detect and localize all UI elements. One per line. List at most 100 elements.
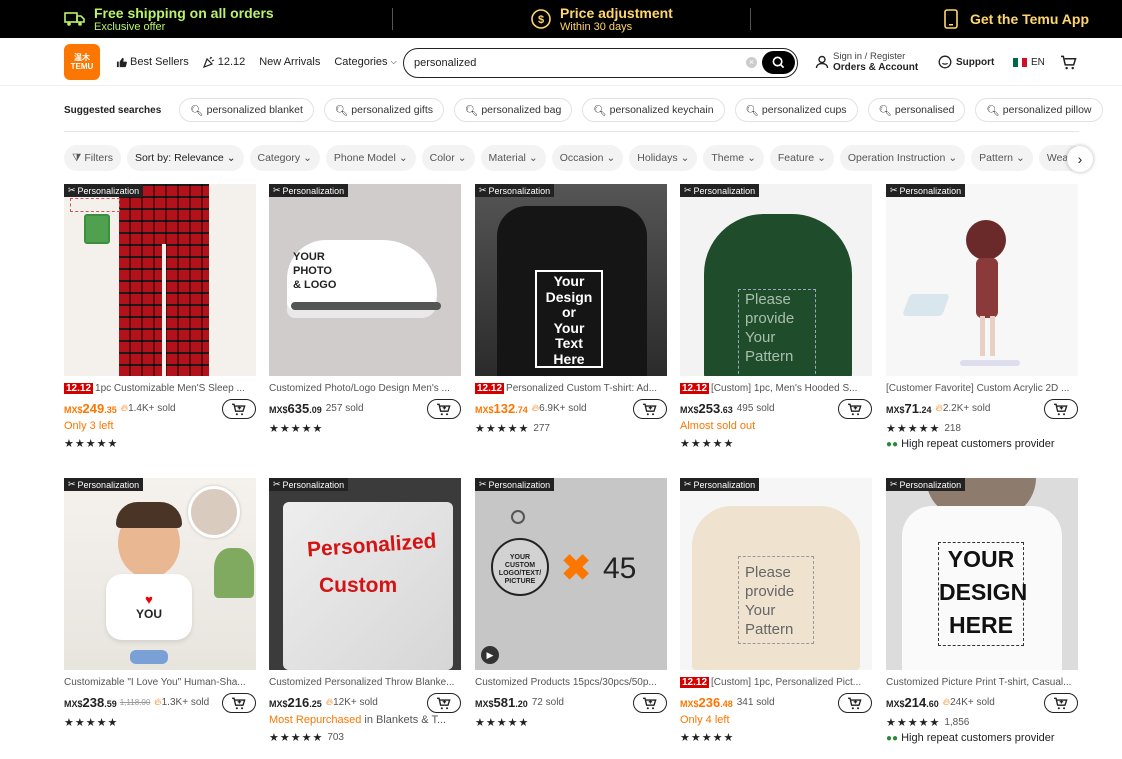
- product-card[interactable]: ♥ YOU ✂ Personalization Customizable "I Lo…: [64, 478, 256, 729]
- product-card[interactable]: ✂ Personalization [Customer Favorite] Cust…: [886, 184, 1078, 450]
- product-image[interactable]: ♥ YOU ✂ Personalization: [64, 478, 256, 670]
- product-price: MX$214.60: [886, 695, 939, 710]
- image-text: Your: [745, 329, 776, 346]
- filter-scroll-next-button[interactable]: ›: [1067, 146, 1093, 172]
- image-text: provide: [745, 310, 795, 327]
- filter-category[interactable]: Category ⌄: [249, 145, 320, 171]
- product-title[interactable]: [Customer Favorite] Custom Acrylic 2D ..…: [886, 382, 1078, 395]
- suggestion-label: personalized bag: [481, 104, 562, 116]
- search-input[interactable]: personalized: [414, 57, 476, 69]
- nav-categories[interactable]: Categories ⌵: [334, 56, 396, 68]
- search-button[interactable]: [762, 51, 795, 74]
- product-card[interactable]: YOUR CUSTOM LOGO/TEXT/ PICTURE ✖ 45 ▶ ✂ P…: [475, 478, 667, 729]
- filter-pattern[interactable]: Pattern ⌄: [971, 145, 1033, 171]
- temu-logo[interactable]: 温木 TEMU: [64, 44, 100, 80]
- price-decimal: .20: [515, 698, 528, 709]
- badge-label: Personalization: [693, 479, 756, 490]
- product-title[interactable]: 12.12 [Custom] 1pc, Personalized Pict...: [680, 676, 872, 689]
- add-to-cart-button[interactable]: [838, 399, 872, 419]
- filter-material[interactable]: Material ⌄: [480, 145, 546, 171]
- nav-promo[interactable]: 12.12: [202, 56, 245, 68]
- add-to-cart-button[interactable]: [633, 693, 667, 713]
- product-title[interactable]: 12.12 [Custom] 1pc, Men's Hooded S...: [680, 382, 872, 395]
- product-card[interactable]: Please provide Your Pattern ✂ Personaliza…: [680, 184, 872, 450]
- suggestion-chip[interactable]: 🔍︎ personalized cups: [734, 98, 858, 122]
- search-icon: 🔍︎: [593, 104, 607, 117]
- product-card[interactable]: ✂ Personalization 12.12 1pc Customizable Me…: [64, 184, 256, 450]
- filter-label: Pattern: [979, 152, 1014, 164]
- product-title[interactable]: Customized Products 15pcs/30pcs/50p...: [475, 676, 667, 689]
- filter-phone-model[interactable]: Phone Model ⌄: [325, 145, 416, 171]
- product-image[interactable]: YOUR DESIGN HERE ✂ Personalization: [886, 478, 1078, 670]
- product-title[interactable]: Customized Picture Print T-shirt, Casual…: [886, 676, 1078, 689]
- filter-operation-instruction[interactable]: Operation Instruction ⌄: [839, 145, 966, 171]
- cart-button[interactable]: [1060, 38, 1077, 86]
- product-card[interactable]: Your Design or Your Text Here ✂ Personali…: [475, 184, 667, 435]
- suggestion-chip[interactable]: 🔍︎ personalized blanket: [179, 98, 314, 122]
- suggestion-chip[interactable]: 🔍︎ personalized bag: [454, 98, 573, 122]
- add-to-cart-button[interactable]: [427, 399, 461, 419]
- product-title[interactable]: 12.12 1pc Customizable Men'S Sleep ...: [64, 382, 256, 395]
- add-to-cart-button[interactable]: [1044, 399, 1078, 419]
- add-to-cart-icon: [848, 403, 862, 415]
- nav-best-sellers[interactable]: Best Sellers: [116, 56, 189, 68]
- account-link[interactable]: Sign in / Register Orders & Account: [815, 38, 918, 86]
- filter-theme[interactable]: Theme ⌄: [703, 145, 764, 171]
- product-title-text: [Custom] 1pc, Men's Hooded S...: [711, 383, 858, 394]
- product-card[interactable]: Personalized Custom ✂ Personalization Cust…: [269, 478, 461, 744]
- get-app-link[interactable]: Get the Temu App: [940, 0, 1089, 38]
- suggestion-chip[interactable]: 🔍︎ personalized gifts: [323, 98, 444, 122]
- sort-dropdown[interactable]: Sort by: Relevance ⌄: [126, 145, 244, 171]
- add-to-cart-button[interactable]: [222, 693, 256, 713]
- product-title-text: [Custom] 1pc, Personalized Pict...: [711, 677, 862, 688]
- add-to-cart-button[interactable]: [633, 399, 667, 419]
- orders-label: Orders & Account: [833, 62, 919, 73]
- product-card[interactable]: YOUR PHOTO & LOGO ✂ Personalization Custom…: [269, 184, 461, 435]
- add-to-cart-button[interactable]: [838, 693, 872, 713]
- product-title[interactable]: Customized Photo/Logo Design Men's ...: [269, 382, 461, 395]
- free-shipping-promo[interactable]: Free shipping on all orders Exclusive of…: [64, 0, 274, 38]
- add-to-cart-button[interactable]: [427, 693, 461, 713]
- product-title[interactable]: 12.12 Personalized Custom T-shirt: Ad...: [475, 382, 667, 395]
- product-image[interactable]: Your Design or Your Text Here ✂ Personali…: [475, 184, 667, 376]
- support-link[interactable]: Support: [938, 38, 994, 86]
- product-title[interactable]: Customized Personalized Throw Blanke...: [269, 676, 461, 689]
- play-video-button[interactable]: ▶: [481, 646, 499, 664]
- clear-search-icon[interactable]: ×: [746, 57, 757, 68]
- language-selector[interactable]: EN: [1013, 38, 1045, 86]
- product-title[interactable]: Customizable "I Love You" Human-Sha...: [64, 676, 256, 689]
- nav-new-arrivals[interactable]: New Arrivals: [259, 56, 320, 68]
- chevron-down-icon: ⌄: [226, 152, 236, 164]
- product-image[interactable]: Personalized Custom ✂ Personalization: [269, 478, 461, 670]
- filters-button[interactable]: ⧩ Filters: [64, 145, 121, 171]
- price-row: MX$249.35 🔥︎1.4K+ sold: [64, 399, 256, 419]
- personalization-badge: ✂ Personalization: [64, 478, 144, 491]
- product-image[interactable]: Please provide Your Pattern ✂ Personaliza…: [680, 478, 872, 670]
- product-image[interactable]: ✂ Personalization: [886, 184, 1078, 376]
- add-to-cart-button[interactable]: [222, 399, 256, 419]
- suggestion-chip[interactable]: 🔍︎ personalised: [867, 98, 966, 122]
- currency: MX$: [475, 404, 494, 415]
- suggestion-label: personalised: [894, 104, 955, 116]
- search-bar[interactable]: personalized ×: [403, 48, 798, 78]
- price-adjustment-promo[interactable]: $ Price adjustment Within 30 days: [530, 0, 673, 38]
- suggestion-chip[interactable]: 🔍︎ personalized keychain: [582, 98, 725, 122]
- filter-occasion[interactable]: Occasion ⌄: [551, 145, 624, 171]
- product-title-text: [Customer Favorite] Custom Acrylic 2D ..…: [886, 383, 1070, 394]
- user-icon: [815, 55, 829, 69]
- product-image[interactable]: YOUR PHOTO & LOGO ✂ Personalization: [269, 184, 461, 376]
- product-card[interactable]: Please provide Your Pattern ✂ Personaliza…: [680, 478, 872, 744]
- product-image[interactable]: Please provide Your Pattern ✂ Personaliza…: [680, 184, 872, 376]
- chevron-right-icon: ›: [1077, 151, 1083, 167]
- sold-count: 72 sold: [532, 697, 564, 708]
- rating-count: 277: [533, 423, 550, 434]
- suggestion-chip[interactable]: 🔍︎ personalized pillow: [975, 98, 1103, 122]
- add-to-cart-button[interactable]: [1044, 693, 1078, 713]
- filter-color[interactable]: Color ⌄: [421, 145, 475, 171]
- filter-holidays[interactable]: Holidays ⌄: [629, 145, 698, 171]
- filter-feature[interactable]: Feature ⌄: [769, 145, 834, 171]
- product-image[interactable]: YOUR CUSTOM LOGO/TEXT/ PICTURE ✖ 45 ▶ ✂ P…: [475, 478, 667, 670]
- product-image[interactable]: ✂ Personalization: [64, 184, 256, 376]
- search-icon: 🔍︎: [745, 104, 759, 117]
- product-card[interactable]: YOUR DESIGN HERE ✂ Personalization Customi…: [886, 478, 1078, 744]
